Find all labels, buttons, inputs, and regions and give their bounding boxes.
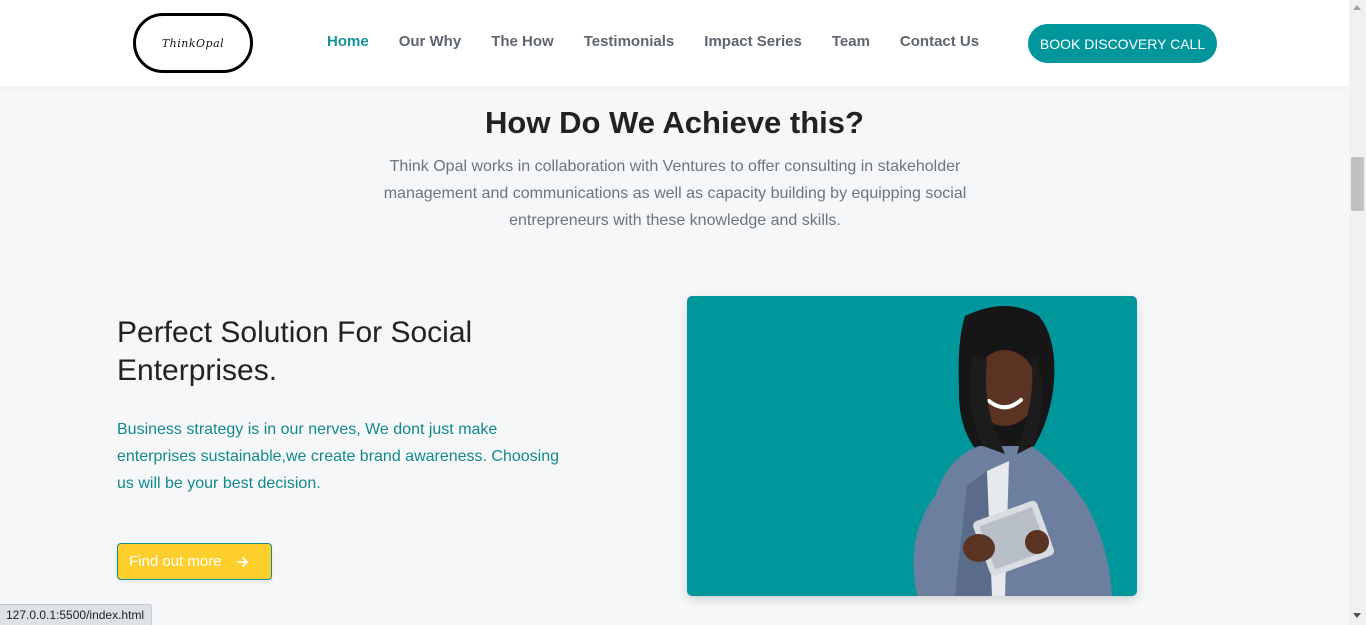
scrollbar-thumb[interactable] — [1351, 157, 1364, 211]
nav-impact-series[interactable]: Impact Series — [704, 33, 802, 50]
section-title: How Do We Achieve this? — [485, 105, 864, 140]
status-url: 127.0.0.1:5500/index.html — [0, 604, 153, 625]
nav-testimonials[interactable]: Testimonials — [584, 33, 675, 50]
woman-with-tablet-illustration — [913, 306, 1112, 596]
site-header: ThinkOpal Home Our Why The How Testimoni… — [0, 0, 1349, 86]
arrow-right-icon — [236, 556, 248, 567]
feature-text: Business strategy is in our nerves, We d… — [117, 421, 560, 492]
scroll-up-arrow-icon[interactable] — [1353, 5, 1361, 10]
find-out-more-label: Find out more — [129, 553, 222, 570]
nav-team[interactable]: Team — [832, 33, 870, 50]
nav-contact-us[interactable]: Contact Us — [900, 33, 979, 50]
book-discovery-call-button[interactable]: BOOK DISCOVERY CALL — [1028, 24, 1217, 63]
hero-image — [687, 296, 1137, 596]
main-nav: Home Our Why The How Testimonials Impact… — [327, 33, 1009, 50]
nav-home[interactable]: Home — [327, 33, 369, 50]
section-description: Think Opal works in collaboration with V… — [383, 158, 967, 229]
find-out-more-button[interactable]: Find out more — [117, 543, 272, 580]
logo[interactable]: ThinkOpal — [133, 13, 253, 73]
nav-the-how[interactable]: The How — [491, 33, 554, 50]
nav-our-why[interactable]: Our Why — [399, 33, 462, 50]
scroll-down-arrow-icon[interactable] — [1353, 613, 1361, 618]
page-scrollbar[interactable] — [1349, 0, 1366, 625]
logo-text: ThinkOpal — [161, 36, 225, 50]
feature-title: Perfect Solution For Social Enterprises. — [117, 316, 473, 387]
